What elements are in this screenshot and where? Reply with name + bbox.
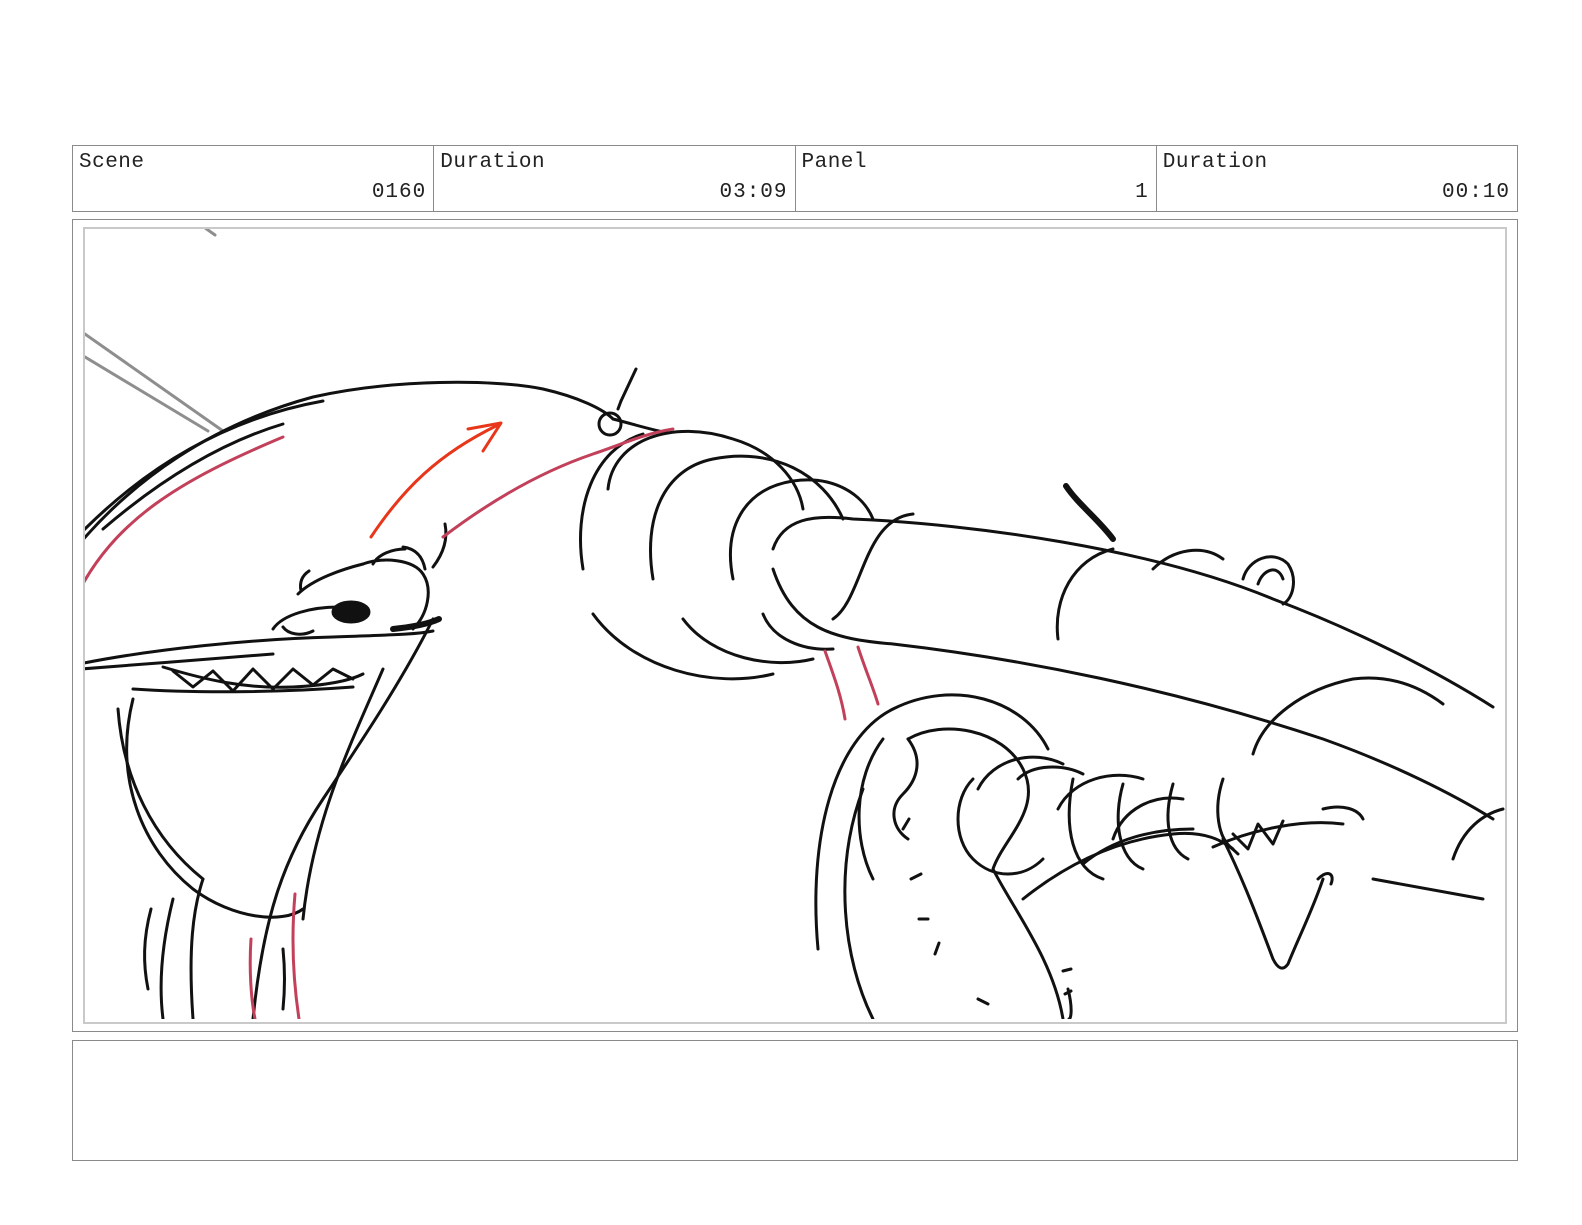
accent-lines (85, 427, 880, 1019)
scene-duration-label: Duration (440, 151, 546, 174)
motion-arrow (369, 421, 503, 539)
scene-label: Scene (79, 151, 145, 174)
scene-duration-value: 03:09 (719, 181, 788, 204)
arm-spike (1063, 483, 1116, 542)
storyboard-sketch (85, 229, 1505, 1019)
panel-duration-label: Duration (1162, 151, 1268, 174)
panel-cell: Panel 1 (796, 146, 1157, 211)
panel-number: 1 (1135, 181, 1149, 204)
camera-guide-lines (85, 229, 225, 433)
panel-notes-box (72, 1040, 1518, 1161)
creature-neck (143, 617, 435, 1019)
tube-rings (579, 429, 875, 681)
arm-bumps (1151, 548, 1295, 606)
storyboard-panel-frame (72, 219, 1518, 1032)
scene-duration-cell: Duration 03:09 (434, 146, 796, 211)
panel-duration-cell: Duration 00:10 (1157, 146, 1517, 211)
small-head (271, 522, 448, 636)
panel-duration-value: 00:10 (1441, 181, 1510, 204)
scene-number: 0160 (371, 181, 427, 204)
storyboard-drawing-area (83, 227, 1507, 1024)
panel-label: Panel (801, 151, 868, 174)
scene-cell: Scene 0160 (73, 146, 435, 211)
panel-header: Scene 0160 Duration 03:09 Panel 1 Durati… (72, 145, 1518, 212)
lower-right-jaw (1211, 805, 1365, 970)
lower-right-figure (814, 693, 1240, 1019)
